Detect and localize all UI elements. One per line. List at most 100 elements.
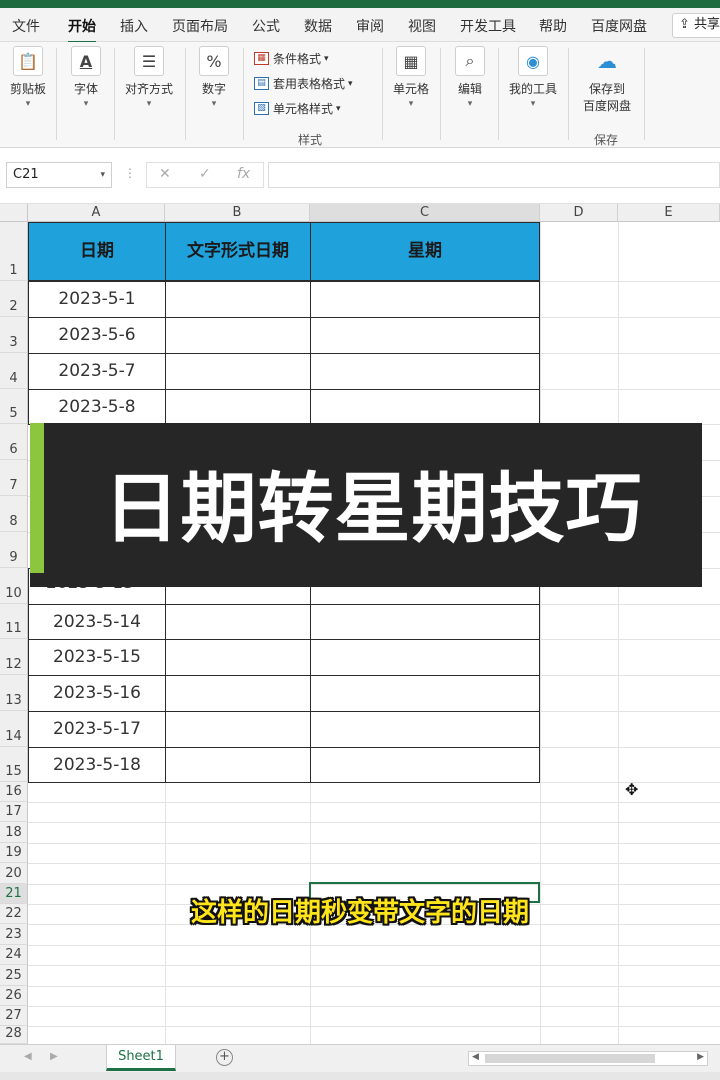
row-header-14[interactable]: 14 [0, 711, 28, 747]
row-header-4[interactable]: 4 [0, 353, 28, 389]
table-cell[interactable]: 2023-5-7 [28, 353, 166, 390]
table-cell[interactable] [310, 353, 540, 390]
number-group[interactable]: % 数字 ▾ [192, 46, 236, 109]
tab-view[interactable]: 视图 [408, 16, 436, 36]
format-as-table-button[interactable]: ▤ 套用表格格式 ▾ [254, 75, 353, 92]
alignment-group[interactable]: ☰ 对齐方式 ▾ [120, 46, 178, 109]
conditional-format-button[interactable]: ▦ 条件格式 ▾ [254, 50, 329, 67]
insert-function-icon[interactable]: fx [237, 166, 250, 182]
row-header-3[interactable]: 3 [0, 317, 28, 353]
table-cell[interactable] [165, 604, 311, 640]
row-header-2[interactable]: 2 [0, 281, 28, 317]
enter-icon[interactable]: ✓ [199, 166, 211, 182]
table-cell[interactable]: 2023-5-6 [28, 317, 166, 354]
tab-baidu-netdisk[interactable]: 百度网盘 [591, 16, 647, 36]
row-header-6[interactable]: 6 [0, 424, 28, 460]
tab-developer[interactable]: 开发工具 [460, 16, 516, 36]
sheet-tab-sheet1[interactable]: Sheet1 [106, 1045, 176, 1071]
row-header-19[interactable]: 19 [0, 843, 28, 863]
table-cell[interactable]: 2023-5-18 [28, 747, 166, 783]
column-header-b[interactable]: B [165, 204, 310, 222]
table-cell[interactable]: 2023-5-16 [28, 675, 166, 712]
row-header-8[interactable]: 8 [0, 496, 28, 532]
table-cell[interactable] [165, 389, 311, 425]
row-header-28[interactable]: 28 [0, 1026, 28, 1044]
column-header-a[interactable]: A [28, 204, 165, 222]
tab-file[interactable]: 文件 [12, 16, 40, 36]
row-header-27[interactable]: 27 [0, 1006, 28, 1026]
next-sheet-icon[interactable]: ▶ [50, 1051, 58, 1062]
row-header-17[interactable]: 17 [0, 802, 28, 822]
row-header-20[interactable]: 20 [0, 863, 28, 884]
table-cell[interactable] [165, 639, 311, 676]
tab-formulas[interactable]: 公式 [252, 16, 280, 36]
tab-help[interactable]: 帮助 [539, 16, 567, 36]
row-header-1[interactable]: 1 [0, 222, 28, 281]
header-cell-text-date[interactable]: 文字形式日期 [165, 222, 311, 281]
tab-review[interactable]: 审阅 [356, 16, 384, 36]
scroll-thumb[interactable] [485, 1054, 655, 1063]
cells-group[interactable]: ▦ 单元格 ▾ [388, 46, 434, 109]
column-header-c[interactable]: C [310, 204, 540, 222]
tab-page-layout[interactable]: 页面布局 [172, 16, 228, 36]
table-cell[interactable] [310, 711, 540, 748]
row-header-24[interactable]: 24 [0, 945, 28, 965]
cell-styles-button[interactable]: ▧ 单元格样式 ▾ [254, 100, 341, 117]
save-label-line1: 保存到 [588, 82, 625, 96]
table-cell[interactable] [310, 747, 540, 783]
row-header-10[interactable]: 10 [0, 568, 28, 604]
row-header-26[interactable]: 26 [0, 986, 28, 1006]
horizontal-scrollbar[interactable]: ◀ ▶ [468, 1051, 708, 1066]
save-to-baidu-button[interactable]: ☁ 保存到 百度网盘 [574, 46, 640, 114]
row-header-12[interactable]: 12 [0, 639, 28, 675]
table-cell[interactable]: 2023-5-14 [28, 604, 166, 640]
share-button[interactable]: ⇪ 共享 [672, 13, 720, 38]
scroll-right-icon[interactable]: ▶ [697, 1052, 704, 1062]
row-header-15[interactable]: 15 [0, 747, 28, 782]
tab-data[interactable]: 数据 [304, 16, 332, 36]
font-group[interactable]: A 字体 ▾ [64, 46, 108, 109]
row-header-25[interactable]: 25 [0, 965, 28, 986]
row-header-label: 6 [9, 442, 18, 457]
table-cell[interactable] [310, 639, 540, 676]
clipboard-group[interactable]: 📋 剪贴板 ▾ [6, 46, 50, 109]
editing-group[interactable]: ⌕ 编辑 ▾ [448, 46, 492, 109]
cancel-icon[interactable]: ✕ [159, 166, 171, 182]
row-header-16[interactable]: 16 [0, 782, 28, 802]
prev-sheet-icon[interactable]: ◀ [24, 1051, 32, 1062]
font-color-icon: A [71, 46, 101, 76]
tab-insert[interactable]: 插入 [120, 16, 148, 36]
header-cell-weekday[interactable]: 星期 [310, 222, 540, 281]
column-header-e[interactable]: E [618, 204, 720, 222]
formula-input[interactable] [268, 162, 720, 188]
table-cell[interactable] [310, 389, 540, 425]
table-cell[interactable] [165, 747, 311, 783]
add-sheet-button[interactable]: + [216, 1049, 233, 1066]
table-cell[interactable] [310, 281, 540, 318]
row-header-7[interactable]: 7 [0, 460, 28, 496]
table-cell[interactable] [310, 317, 540, 354]
select-all-corner[interactable] [0, 204, 28, 222]
tab-home[interactable]: 开始 [68, 16, 96, 44]
table-cell[interactable] [310, 604, 540, 640]
table-cell[interactable] [165, 711, 311, 748]
row-header-11[interactable]: 11 [0, 604, 28, 639]
table-cell[interactable] [165, 281, 311, 318]
table-cell[interactable] [165, 317, 311, 354]
name-box[interactable]: C21 ▾ [6, 162, 112, 188]
table-cell[interactable]: 2023-5-15 [28, 639, 166, 676]
scroll-left-icon[interactable]: ◀ [472, 1052, 479, 1062]
table-cell[interactable] [165, 353, 311, 390]
column-header-d[interactable]: D [540, 204, 618, 222]
table-cell[interactable] [310, 675, 540, 712]
table-cell[interactable]: 2023-5-1 [28, 281, 166, 318]
my-tools-group[interactable]: ◉ 我的工具 ▾ [504, 46, 562, 109]
row-header-5[interactable]: 5 [0, 389, 28, 424]
row-header-13[interactable]: 13 [0, 675, 28, 711]
table-cell[interactable] [165, 675, 311, 712]
table-cell[interactable]: 2023-5-17 [28, 711, 166, 748]
row-header-9[interactable]: 9 [0, 532, 28, 568]
row-header-18[interactable]: 18 [0, 822, 28, 843]
table-cell[interactable]: 2023-5-8 [28, 389, 166, 425]
header-cell-date[interactable]: 日期 [28, 222, 166, 281]
